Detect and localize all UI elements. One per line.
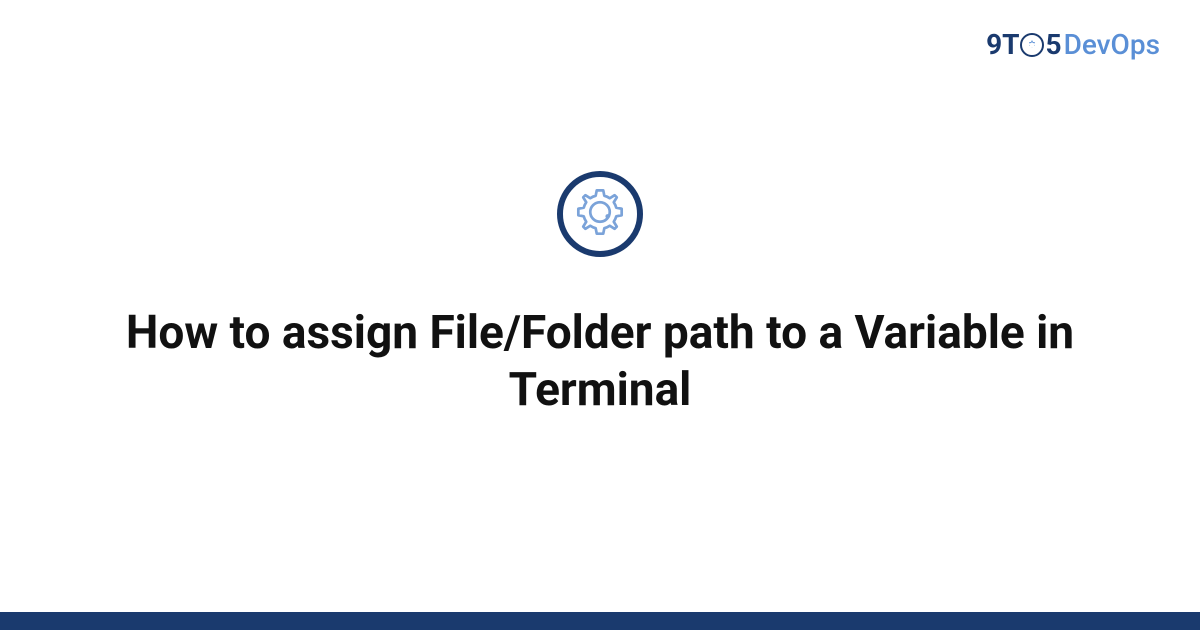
page-title: How to assign File/Folder path to a Vari… [120,305,1080,420]
main-content: How to assign File/Folder path to a Vari… [0,0,1200,630]
gear-icon [574,186,626,242]
footer-accent-bar [0,612,1200,630]
hero-icon-circle [557,171,643,257]
